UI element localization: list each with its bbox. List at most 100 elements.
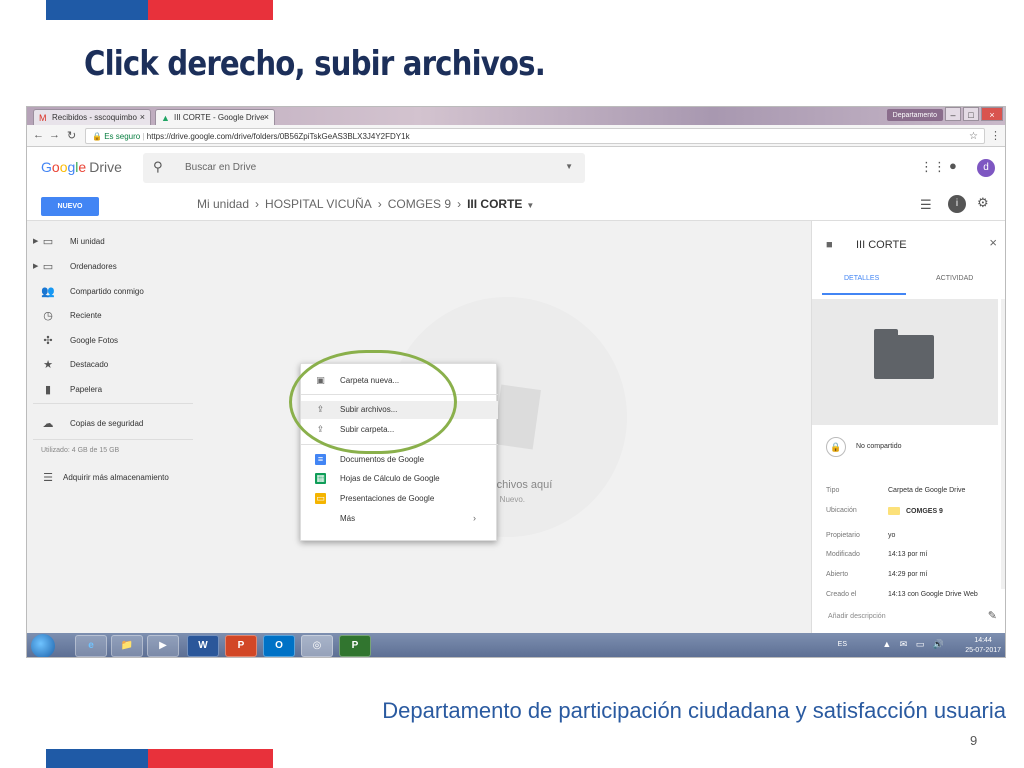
chevron-right-icon: › (457, 197, 462, 211)
breadcrumb-item-comges[interactable]: COMGES 9 (388, 197, 451, 211)
outlook-icon[interactable]: O (263, 635, 295, 657)
drive-icon: ▲ (161, 113, 170, 123)
sidebar-item-label: Papelera (70, 385, 103, 394)
tab-activity[interactable]: ACTIVIDAD (936, 275, 973, 282)
expand-arrow-icon[interactable]: ▶ (33, 237, 38, 245)
windows-taskbar: e 📁 ▶ W P O ◎ P ES ▲ ✉ ▭ 🔊 14:44 25-07-2… (27, 633, 1005, 657)
tab-drive[interactable]: ▲ III CORTE - Google Drive × (155, 109, 275, 125)
menu-item-label: Más (340, 514, 356, 523)
screenshot-frame: M Recibidos - sscoquimbo × ▲ III CORTE -… (26, 106, 1006, 658)
sidebar-item-label: Reciente (70, 311, 102, 320)
clock-icon: ◷ (43, 310, 53, 322)
scrollbar[interactable] (1001, 299, 1005, 589)
folder-icon: ■ (826, 239, 833, 251)
reload-icon[interactable]: ↻ (67, 129, 76, 142)
close-icon[interactable]: × (989, 235, 997, 250)
flag-stripe-blue-top (46, 0, 148, 20)
menu-item-google-sheets[interactable]: ▦ Hojas de Cálculo de Google (301, 470, 498, 488)
menu-item-google-slides[interactable]: ▭ Presentaciones de Google (301, 490, 498, 508)
property-value: 14:29 por mí (888, 571, 928, 578)
user-badge[interactable]: Departamento (886, 109, 943, 121)
url-text: https://drive.google.com/drive/folders/0… (146, 132, 410, 141)
tab-label: Recibidos - sscoquimbo (52, 113, 137, 122)
chevron-right-icon: › (473, 513, 476, 523)
google-drive-logo[interactable]: Google Drive (41, 159, 122, 175)
close-icon[interactable]: × (140, 112, 145, 122)
sidebar-divider (33, 439, 193, 440)
property-row-created: Creado el 14:13 con Google Drive Web (812, 591, 1002, 603)
minimize-button[interactable]: – (945, 107, 961, 121)
expand-arrow-icon[interactable]: ▶ (33, 262, 38, 270)
address-bar: ← → ↻ 🔒 Es seguro | https://drive.google… (27, 125, 1005, 147)
chevron-right-icon: › (255, 197, 260, 211)
sidebar-item-label: Copias de seguridad (70, 419, 144, 428)
property-value: 14:13 con Google Drive Web (888, 591, 978, 598)
property-row-owner: Propietario yo (812, 532, 1002, 544)
property-row-modified: Modificado 14:13 por mí (812, 551, 1002, 563)
tab-details[interactable]: DETALLES (844, 275, 879, 282)
chrome-icon[interactable]: ◎ (301, 635, 333, 657)
gear-icon[interactable]: ⚙ (977, 195, 989, 211)
chevron-right-icon: › (377, 197, 382, 211)
secure-label: Es seguro (104, 132, 141, 141)
chevron-down-icon[interactable]: ▼ (526, 201, 534, 210)
system-tray-icons[interactable]: ▲ ✉ ▭ 🔊 (882, 639, 947, 650)
word-icon[interactable]: W (187, 635, 219, 657)
back-arrow-icon[interactable]: ← (33, 129, 44, 141)
language-indicator[interactable]: ES (838, 641, 847, 648)
sharing-status: No compartido (856, 443, 902, 450)
property-value: Carpeta de Google Drive (888, 487, 966, 494)
star-icon: ★ (43, 359, 53, 371)
storage-usage: Utilizado: 4 GB de 15 GB (41, 447, 120, 454)
lock-icon: 🔒 (826, 437, 846, 457)
apps-grid-icon[interactable]: ⋮⋮ (920, 159, 946, 175)
menu-item-label: Documentos de Google (340, 455, 425, 464)
sidebar-divider (33, 403, 193, 404)
lock-icon: 🔒 (92, 132, 102, 141)
breadcrumb-item-hospital[interactable]: HOSPITAL VICUÑA (265, 197, 372, 211)
add-description-input[interactable]: Añadir descripción (828, 613, 886, 620)
ie-icon[interactable]: e (75, 635, 107, 657)
empty-state-document-icon (493, 384, 541, 450)
property-value[interactable]: COMGES 9 (888, 507, 943, 515)
breadcrumb: Mi unidad › HOSPITAL VICUÑA › COMGES 9 › III C… (197, 197, 534, 211)
start-button[interactable] (31, 634, 55, 657)
clock[interactable]: 14:44 25-07-2017 (965, 636, 1001, 656)
breadcrumb-item-current[interactable]: III CORTE (467, 197, 522, 211)
chevron-down-icon[interactable]: ▼ (565, 162, 573, 171)
bookmark-star-icon[interactable]: ☆ (969, 131, 978, 142)
avatar[interactable]: d (977, 159, 995, 177)
property-row-type: Tipo Carpeta de Google Drive (812, 487, 1002, 499)
flag-stripe-blue-bottom (46, 749, 148, 768)
folder-icon[interactable]: 📁 (111, 635, 143, 657)
details-title: III CORTE (856, 239, 907, 251)
breadcrumb-item-mi-unidad[interactable]: Mi unidad (197, 197, 249, 211)
browser-menu-icon[interactable]: ⋮ (990, 129, 1001, 142)
location-link[interactable]: COMGES 9 (906, 508, 943, 515)
new-button[interactable]: NUEVO (41, 197, 99, 216)
menu-item-google-docs[interactable]: ≡ Documentos de Google (301, 451, 498, 469)
url-input[interactable]: 🔒 Es seguro | https://drive.google.com/d… (85, 128, 985, 144)
list-view-icon[interactable]: ☰ (920, 197, 932, 213)
info-icon[interactable]: i (948, 195, 966, 213)
pencil-icon[interactable]: ✎ (988, 609, 997, 622)
property-row-opened: Abierto 14:29 por mí (812, 571, 1002, 583)
close-icon[interactable]: × (264, 112, 269, 122)
menu-item-more[interactable]: Más › (301, 510, 498, 528)
powerpoint-icon[interactable]: P (225, 635, 257, 657)
media-player-icon[interactable]: ▶ (147, 635, 179, 657)
close-window-button[interactable]: × (981, 107, 1003, 121)
cloud-icon: ☁ (42, 418, 54, 430)
clock-time: 14:44 (974, 637, 992, 644)
browser-tab-strip: M Recibidos - sscoquimbo × ▲ III CORTE -… (27, 107, 1005, 125)
property-key: Ubicación (826, 507, 857, 514)
search-input[interactable]: ⚲ Buscar en Drive ▼ (143, 153, 585, 183)
trash-icon: ▮ (44, 384, 52, 396)
empty-state-title: rchivos aquí (493, 479, 553, 491)
notifications-icon[interactable]: ● (949, 158, 957, 173)
forward-arrow-icon[interactable]: → (49, 129, 60, 141)
flag-stripe-red-bottom (148, 749, 273, 768)
tab-gmail[interactable]: M Recibidos - sscoquimbo × (33, 109, 151, 125)
maximize-button[interactable]: □ (963, 107, 979, 121)
project-icon[interactable]: P (339, 635, 371, 657)
